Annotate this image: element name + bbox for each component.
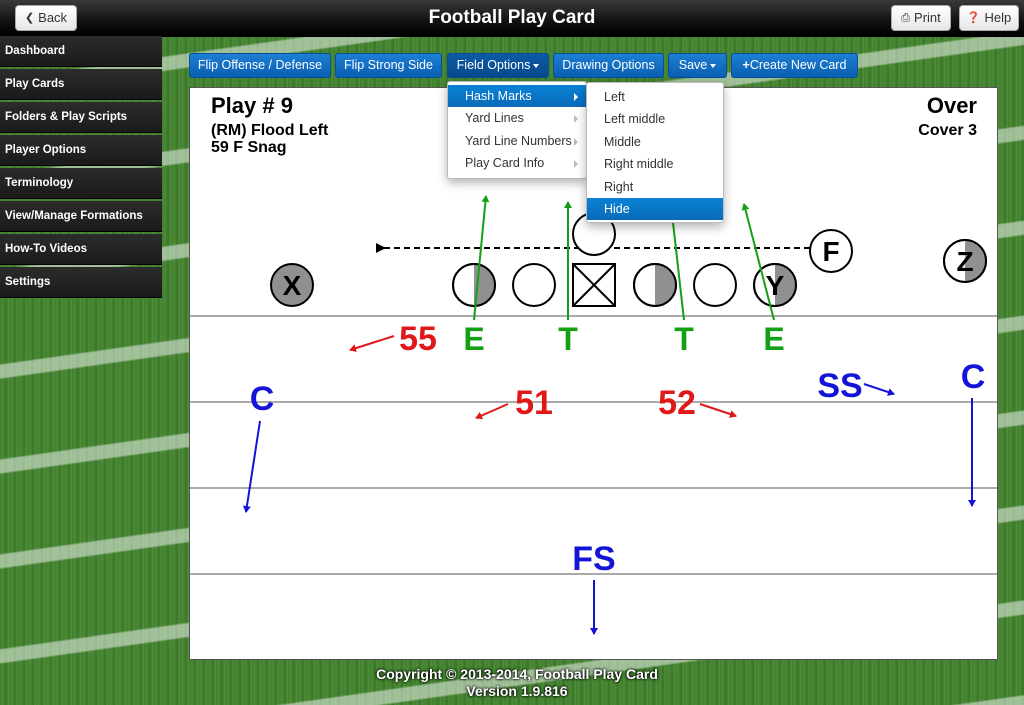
menu-item-label: Hash Marks	[465, 89, 532, 103]
defender-lb-51[interactable]: 51	[515, 384, 553, 422]
app-title: Football Play Card	[428, 7, 596, 28]
help-label: Help	[984, 10, 1012, 25]
sidebar-item-play-cards[interactable]: Play Cards	[0, 69, 162, 100]
hash-option-left[interactable]: Left	[587, 86, 723, 108]
drawing-options-button[interactable]: Drawing Options	[553, 53, 664, 78]
create-new-label: Create New Card	[749, 58, 847, 72]
hash-option-right[interactable]: Right	[587, 176, 723, 198]
field-options-button[interactable]: Field Options	[447, 53, 549, 78]
menu-item-yard-line-numbers[interactable]: Yard Line Numbers	[448, 130, 586, 152]
plus-icon: +	[742, 58, 750, 72]
offense-tackle-right[interactable]	[693, 263, 737, 307]
play-details: (RM) Flood Left 59 F Snag	[211, 122, 328, 156]
back-button[interactable]: ❮ Back	[15, 5, 77, 31]
defense-front: Over	[926, 93, 977, 118]
printer-icon: ⎙	[901, 12, 911, 24]
defense-coverage: Cover 3	[918, 122, 977, 139]
defender-de-right[interactable]: E	[763, 321, 784, 357]
menu-item-label: Play Card Info	[465, 156, 545, 171]
player-label-f: F	[822, 236, 839, 267]
player-label-z: Z	[956, 246, 973, 277]
db-route	[863, 383, 895, 396]
offense-center[interactable]	[572, 263, 616, 307]
menu-item-label: Yard Lines	[465, 111, 524, 126]
field-options-label: Field Options	[456, 58, 531, 72]
version-text: Version 1.9.816	[466, 683, 568, 699]
flip-strong-side-button[interactable]: Flip Strong Side	[335, 53, 442, 78]
lb-route	[699, 403, 737, 418]
caret-down-icon	[710, 63, 717, 68]
save-label: Save	[678, 58, 708, 72]
defender-cb-right[interactable]: C	[961, 358, 986, 396]
chevron-right-icon	[574, 160, 578, 169]
defender-lb-55[interactable]: 55	[399, 320, 437, 358]
defender-lb-52[interactable]: 52	[658, 384, 696, 422]
back-label: Back	[38, 10, 68, 25]
help-button[interactable]: ❓ Help	[959, 5, 1019, 31]
menu-item-yard-lines[interactable]: Yard Lines	[448, 107, 586, 129]
defender-de-left[interactable]: E	[463, 321, 484, 357]
sidebar-nav: Dashboard Play Cards Folders & Play Scri…	[0, 36, 162, 300]
hash-marks-submenu: Left Left middle Middle Right middle Rig…	[586, 82, 724, 223]
top-bar: Football Play Card ❮ Back ⎙ Print ❓ Help	[0, 0, 1024, 37]
offense-tackle-left[interactable]	[452, 263, 496, 307]
chevron-right-icon	[574, 115, 578, 124]
sidebar-item-settings[interactable]: Settings	[0, 267, 162, 298]
defender-cb-left[interactable]: C	[250, 380, 275, 418]
defender-dt-left[interactable]: T	[558, 321, 578, 357]
defender-ss[interactable]: SS	[817, 367, 862, 405]
lb-route	[475, 403, 509, 420]
hash-option-middle[interactable]: Middle	[587, 131, 723, 153]
create-new-card-button[interactable]: +Create New Card	[731, 53, 858, 78]
sidebar-item-videos[interactable]: How-To Videos	[0, 234, 162, 265]
defender-dt-right[interactable]: T	[674, 321, 694, 357]
save-button[interactable]: Save	[668, 53, 727, 78]
lb-route	[349, 335, 395, 352]
flip-offense-defense-button[interactable]: Flip Offense / Defense	[189, 53, 331, 78]
hash-option-right-middle[interactable]: Right middle	[587, 153, 723, 175]
offense-guard-left[interactable]	[512, 263, 556, 307]
offense-player-z[interactable]: Z	[943, 239, 987, 283]
chevron-left-icon: ❮	[24, 12, 35, 24]
hash-option-left-middle[interactable]: Left middle	[587, 108, 723, 130]
sidebar-item-terminology[interactable]: Terminology	[0, 168, 162, 199]
play-name: (RM) Flood Left	[211, 122, 329, 139]
sidebar-item-formations[interactable]: View/Manage Formations	[0, 201, 162, 232]
offense-guard-right[interactable]	[633, 263, 677, 307]
play-number: Play # 9	[211, 93, 293, 118]
caret-down-icon	[533, 63, 540, 68]
defender-fs[interactable]: FS	[572, 540, 615, 578]
sidebar-item-dashboard[interactable]: Dashboard	[0, 36, 162, 67]
sidebar-item-player-options[interactable]: Player Options	[0, 135, 162, 166]
play-call: 59 F Snag	[211, 139, 287, 156]
sidebar-item-folders[interactable]: Folders & Play Scripts	[0, 102, 162, 133]
hash-option-hide[interactable]: Hide	[587, 197, 723, 221]
question-circle-icon: ❓	[966, 12, 981, 24]
chevron-right-icon	[574, 93, 578, 101]
copyright-text: Copyright © 2013-2014, Football Play Car…	[376, 666, 658, 682]
dl-route	[741, 203, 775, 321]
menu-item-label: Yard Line Numbers	[465, 133, 572, 148]
print-label: Print	[914, 10, 941, 25]
field-options-menu: Hash Marks Yard Lines Yard Line Numbers …	[447, 81, 587, 179]
offense-player-f[interactable]: F	[809, 229, 853, 273]
menu-item-hash-marks[interactable]: Hash Marks	[448, 85, 586, 108]
print-button[interactable]: ⎙ Print	[891, 5, 951, 31]
player-label-x: X	[283, 270, 302, 301]
footer: Copyright © 2013-2014, Football Play Car…	[189, 666, 845, 700]
offense-player-x[interactable]: X	[270, 263, 314, 307]
chevron-right-icon	[574, 137, 578, 146]
menu-item-play-card-info[interactable]: Play Card Info	[448, 152, 586, 174]
db-route	[242, 420, 261, 513]
